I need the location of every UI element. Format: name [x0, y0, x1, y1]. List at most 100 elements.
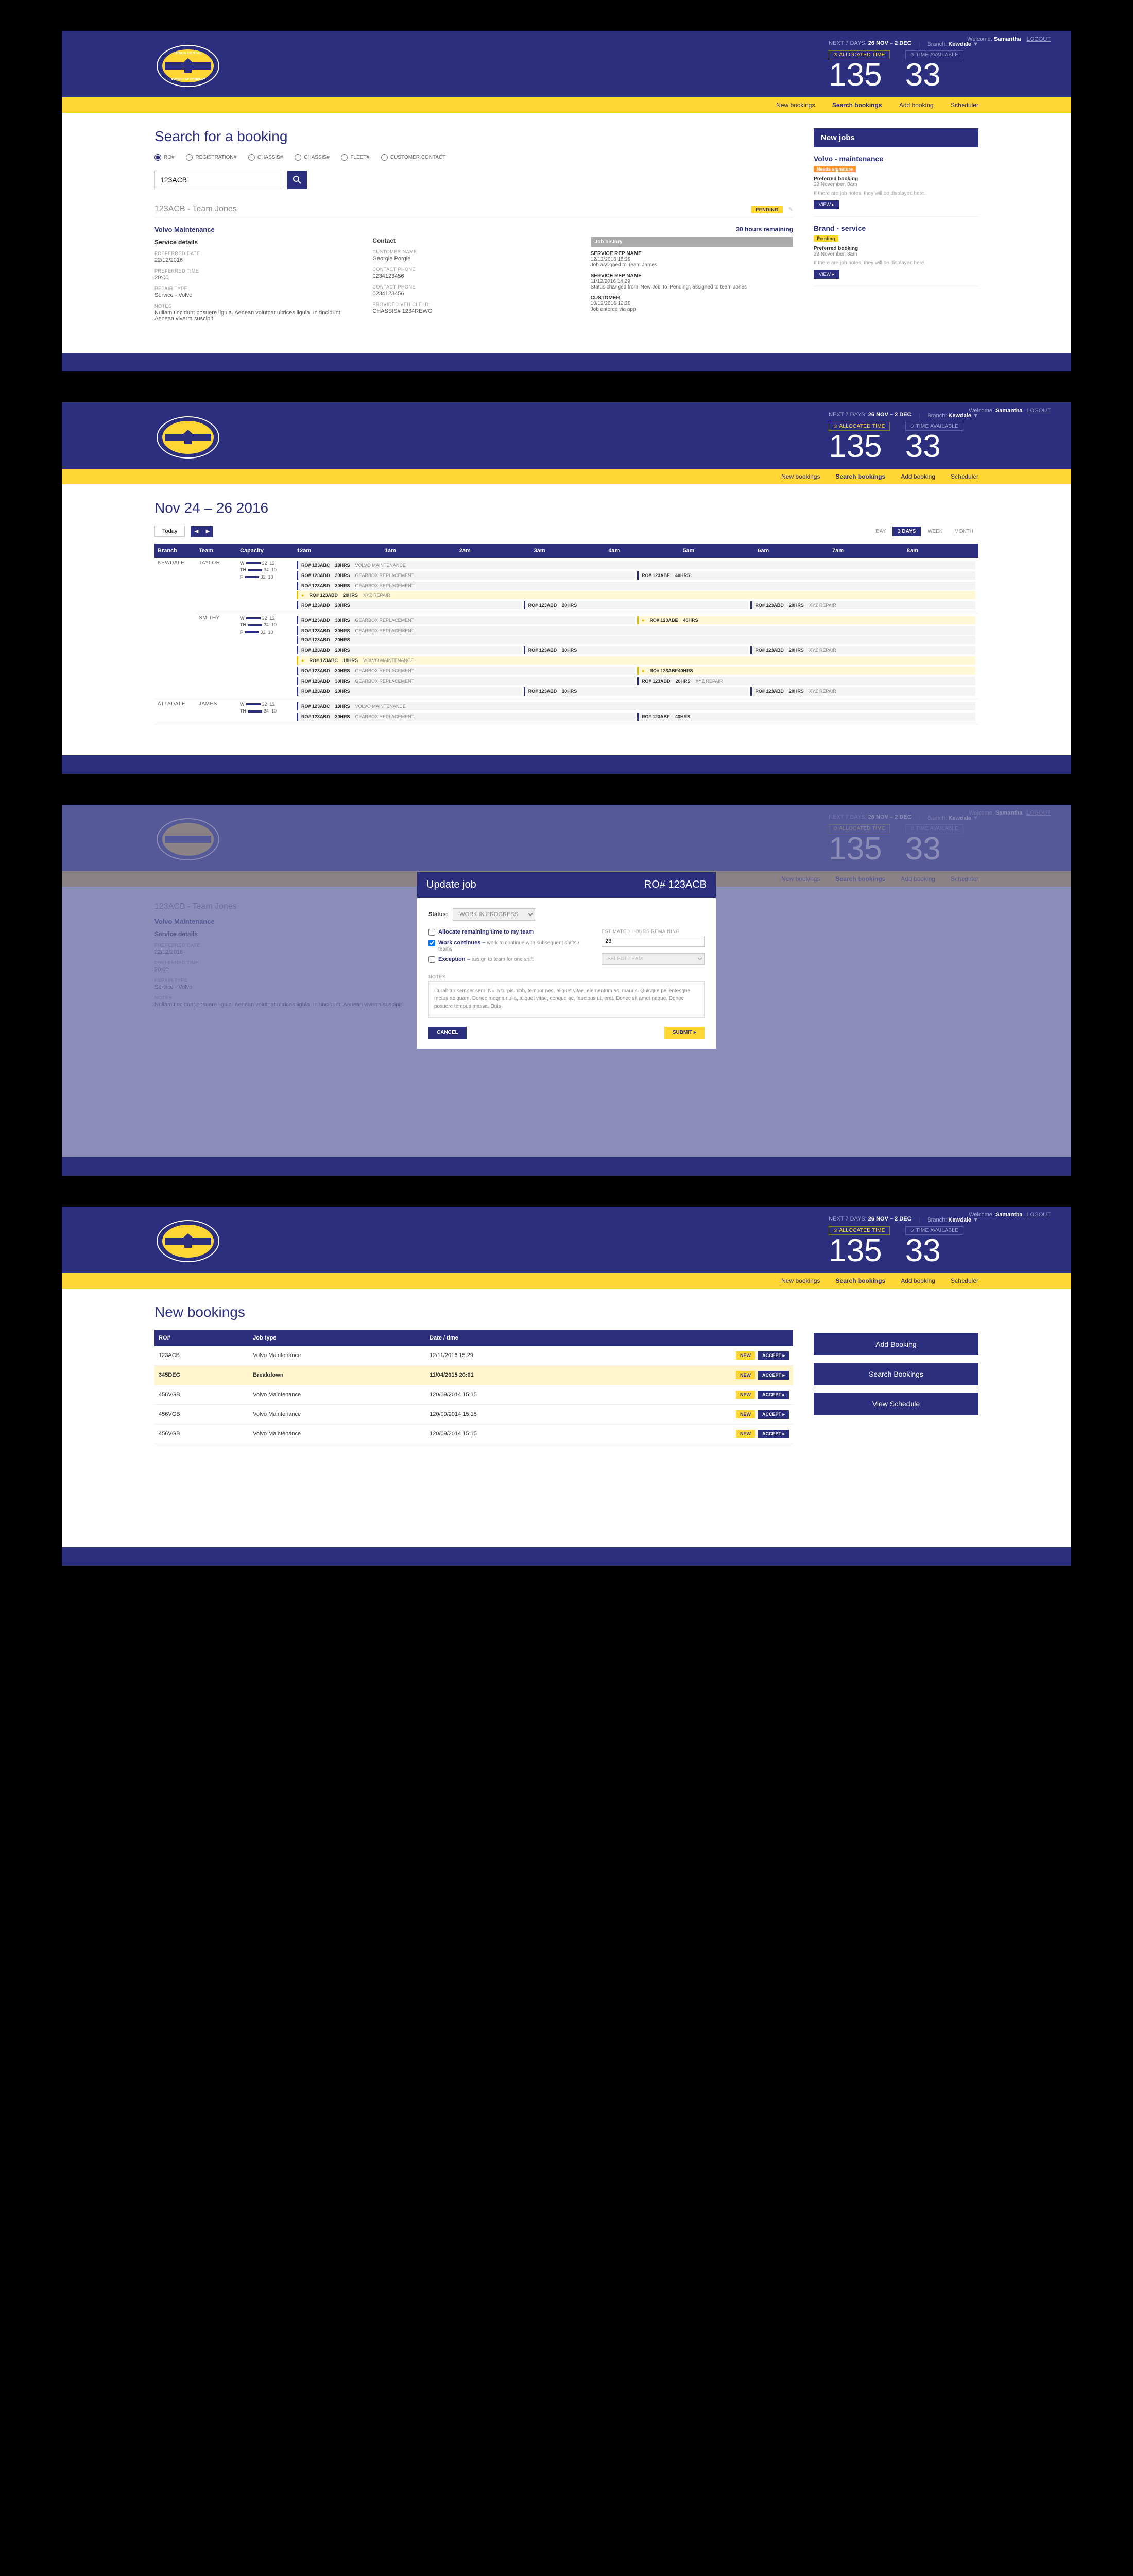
logout-link[interactable]: LOGOUT — [1027, 1212, 1051, 1218]
cancel-button[interactable]: CANCEL — [428, 1027, 467, 1039]
nav-search[interactable]: Search bookings — [832, 101, 882, 109]
tab-3days[interactable]: 3 DAYS — [892, 527, 921, 536]
welcome-text: Welcome, Samantha LOGOUT — [967, 36, 1051, 42]
add-booking-button[interactable]: Add Booking — [814, 1333, 978, 1355]
logout-link[interactable]: LOGOUT — [1027, 36, 1051, 42]
radio-ro[interactable]: RO# — [154, 154, 175, 161]
nav-scheduler[interactable]: Scheduler — [951, 101, 978, 109]
tab-month[interactable]: MONTH — [949, 527, 978, 536]
tab-week[interactable]: WEEK — [922, 527, 948, 536]
schedule-bar[interactable]: RO# 123ABE40HRS — [637, 571, 975, 580]
new-button[interactable]: NEW — [736, 1371, 755, 1379]
nav-add[interactable]: Add booking — [901, 473, 935, 480]
accept-button[interactable]: ACCEPT — [758, 1410, 789, 1419]
schedule-bar[interactable]: RO# 123ABD30HRSGEARBOX REPLACEMENT — [297, 616, 635, 624]
radio-chassis2[interactable]: CHASSIS# — [295, 154, 329, 161]
search-input[interactable] — [154, 171, 283, 189]
schedule-bar[interactable]: RO# 123ABD20HRSXYZ REPAIR — [750, 646, 975, 654]
edit-icon[interactable]: ✎ — [788, 207, 793, 213]
schedule-bar[interactable]: RO# 123ABD20HRSXYZ REPAIR — [750, 601, 975, 609]
schedule-bar[interactable]: ●RO# 123ABD20HRSXYZ REPAIR — [297, 591, 975, 599]
prev-button[interactable]: ◀ — [191, 526, 202, 537]
warning-icon: ● — [301, 592, 304, 598]
logout-link[interactable]: LOGOUT — [1027, 408, 1051, 414]
today-button[interactable]: Today — [154, 526, 185, 537]
side-job-title: Brand - service — [814, 224, 978, 232]
logo: TRUCK CENTREA WINSLOW COMPANY — [154, 43, 221, 89]
chk-allocate[interactable]: Allocate remaining time to my team — [428, 929, 586, 936]
accept-button[interactable]: ACCEPT — [758, 1391, 789, 1399]
nav-new[interactable]: New bookings — [776, 101, 815, 109]
side-job-card: Volvo - maintenance Needs signature Pref… — [814, 147, 978, 217]
next-button[interactable]: ▶ — [202, 526, 213, 537]
new-button[interactable]: NEW — [736, 1410, 755, 1418]
chk-continues[interactable]: Work continues – work to continue with s… — [428, 940, 586, 952]
schedule-bar[interactable]: RO# 123ABD30HRSGEARBOX REPLACEMENT — [297, 626, 975, 635]
search-bookings-button[interactable]: Search Bookings — [814, 1363, 978, 1385]
chk-exception[interactable]: Exception – assign to team for one shift — [428, 956, 586, 963]
radio-reg[interactable]: REGISTRATION# — [186, 154, 236, 161]
cell-type: Breakdown — [249, 1365, 425, 1385]
accept-button[interactable]: ACCEPT — [758, 1430, 789, 1438]
new-button[interactable]: NEW — [736, 1430, 755, 1438]
job-history-header: Job history — [591, 237, 793, 247]
schedule-bar[interactable]: RO# 123ABD20HRS — [297, 646, 522, 654]
new-button[interactable]: NEW — [736, 1351, 755, 1360]
modal-overlay: Update job RO# 123ACB Status: WORK IN PR… — [62, 805, 1071, 1176]
nav-search[interactable]: Search bookings — [836, 473, 886, 480]
schedule-bar[interactable]: RO# 123ABC18HRSVOLVO MAINTENANCE — [297, 561, 975, 569]
accept-button[interactable]: ACCEPT — [758, 1371, 789, 1380]
hours-remaining: 30 hours remaining — [591, 226, 793, 233]
cell-date: 120/09/2014 15:15 — [425, 1404, 600, 1424]
schedule-bar[interactable]: RO# 123ABD20HRS — [524, 646, 749, 654]
status-select[interactable]: WORK IN PROGRESS — [453, 908, 535, 921]
tab-day[interactable]: DAY — [870, 527, 891, 536]
accept-button[interactable]: ACCEPT — [758, 1351, 789, 1360]
schedule-bar[interactable]: RO# 123ABD30HRSGEARBOX REPLACEMENT — [297, 677, 635, 685]
cell-ro: 456VGB — [154, 1404, 249, 1424]
cell-ro: 456VGB — [154, 1424, 249, 1444]
screen-scheduler: Welcome, SamanthaLOGOUT NEXT 7 DAYS: 26 … — [62, 402, 1071, 774]
radio-chassis1[interactable]: CHASSIS# — [248, 154, 283, 161]
view-button[interactable]: VIEW — [814, 270, 839, 279]
schedule-bar[interactable]: RO# 123ABD20HRSXYZ REPAIR — [637, 677, 975, 685]
notes-label: NOTES — [428, 974, 705, 979]
submit-button[interactable]: SUBMIT — [664, 1027, 705, 1039]
notes-textarea[interactable]: Curabitur semper sem. Nulla turpis nibh,… — [428, 981, 705, 1018]
next7-label: NEXT 7 DAYS: 26 NOV – 2 DEC — [829, 40, 911, 46]
nav-scheduler[interactable]: Scheduler — [951, 473, 978, 480]
schedule-bar[interactable]: RO# 123ABD20HRS — [297, 636, 975, 644]
nav-add[interactable]: Add booking — [901, 1277, 935, 1284]
schedule-bar[interactable]: RO# 123ABD30HRSGEARBOX REPLACEMENT — [297, 582, 975, 590]
schedule-bar[interactable]: RO# 123ABD20HRS — [297, 601, 522, 609]
nav-add[interactable]: Add booking — [899, 101, 934, 109]
schedule-bar[interactable]: RO# 123ABD30HRSGEARBOX REPLACEMENT — [297, 713, 635, 721]
nav-new[interactable]: New bookings — [781, 473, 820, 480]
schedule-bar[interactable]: RO# 123ABD20HRS — [524, 601, 749, 609]
search-button[interactable] — [287, 171, 307, 189]
nav-scheduler[interactable]: Scheduler — [951, 1277, 978, 1284]
schedule-bar[interactable]: RO# 123ABD20HRSXYZ REPAIR — [750, 687, 975, 696]
new-button[interactable]: NEW — [736, 1391, 755, 1399]
schedule-bar[interactable]: RO# 123ABE40HRS — [637, 713, 975, 721]
schedule-bar[interactable]: RO# 123ABD20HRS — [524, 687, 749, 696]
radio-customer[interactable]: CUSTOMER CONTACT — [381, 154, 445, 161]
vehicle-value: CHASSIS# 1234REWG — [372, 308, 575, 314]
schedule-bar[interactable]: RO# 123ABD30HRSGEARBOX REPLACEMENT — [297, 571, 635, 580]
schedule-bar[interactable]: RO# 123ABC18HRSVOLVO MAINTENANCE — [297, 702, 975, 710]
table-row: 345DEGBreakdown11/04/2015 20:01NEWACCEPT — [154, 1365, 793, 1385]
est-hours-input[interactable] — [602, 936, 705, 947]
screen-update-job: Welcome, SamanthaLOGOUTNEXT 7 DAYS: 26 N… — [62, 805, 1071, 1176]
schedule-bar[interactable]: RO# 123ABD20HRS — [297, 687, 522, 696]
schedule-bar[interactable]: ●RO# 123ABE40HRS — [637, 667, 975, 675]
nav-new[interactable]: New bookings — [781, 1277, 820, 1284]
view-button[interactable]: VIEW — [814, 200, 839, 209]
view-schedule-button[interactable]: View Schedule — [814, 1393, 978, 1415]
select-team[interactable]: SELECT TEAM — [602, 953, 705, 965]
nav-search[interactable]: Search bookings — [836, 1277, 886, 1284]
notes-label: NOTES — [154, 303, 357, 309]
radio-fleet[interactable]: FLEET# — [341, 154, 369, 161]
schedule-bar[interactable]: ●RO# 123ABE40HRS — [637, 616, 975, 624]
schedule-bar[interactable]: RO# 123ABD30HRSGEARBOX REPLACEMENT — [297, 667, 635, 675]
schedule-bar[interactable]: ●RO# 123ABC18HRSVOLVO MAINTENANCE — [297, 656, 975, 665]
